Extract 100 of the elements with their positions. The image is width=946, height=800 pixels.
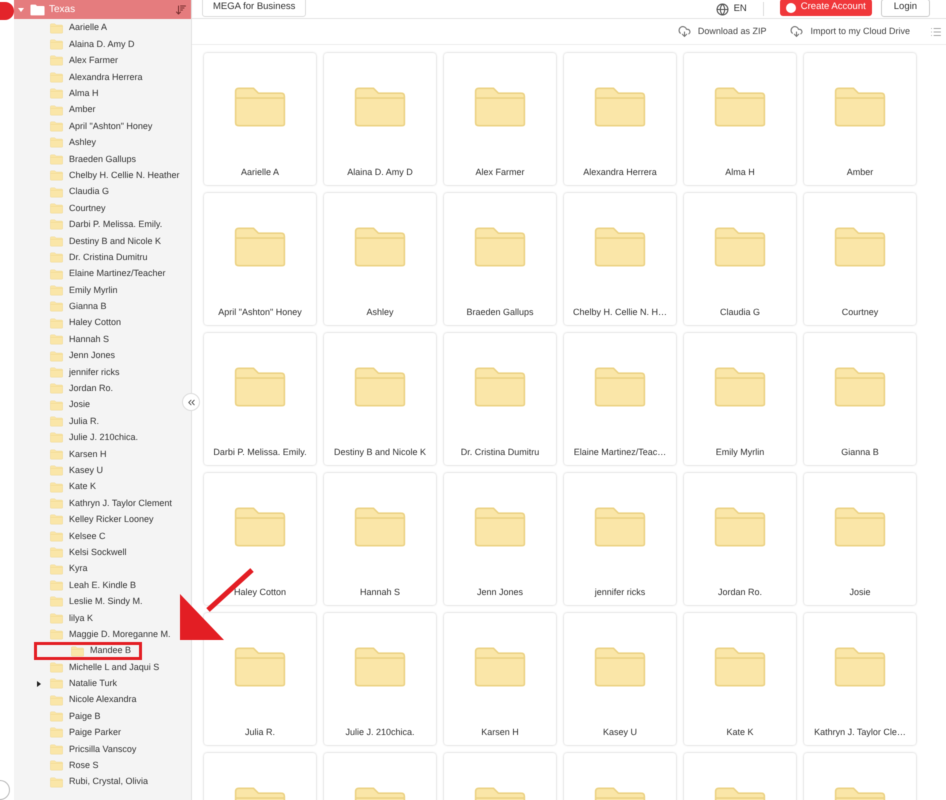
folder-icon	[50, 629, 63, 640]
folder-icon	[50, 72, 63, 83]
folder-name: April "Ashton" Honey	[69, 120, 152, 133]
folder-item[interactable]: Darbi P. Melissa. Emily.	[14, 216, 166, 234]
folder-tile[interactable]: Julie J. 210chica.	[324, 613, 436, 745]
folder-item[interactable]: Alexandra Herrera	[14, 69, 147, 86]
folder-tile[interactable]: Claudia G	[684, 193, 796, 325]
folder-item[interactable]: Paige B	[14, 708, 105, 725]
folder-item[interactable]: Josie	[14, 396, 94, 414]
folder-item[interactable]: Claudia G	[14, 184, 114, 200]
folder-item[interactable]: Chelby H. Cellie N. Heather	[14, 168, 184, 184]
folder-tile[interactable]: Gianna B	[804, 333, 916, 465]
folder-name: Alaina D. Amy D	[347, 166, 413, 179]
folder-icon	[834, 506, 886, 548]
folder-item[interactable]: Courtney	[14, 200, 110, 217]
folder-item[interactable]: Kate K	[14, 478, 100, 496]
folder-item[interactable]: Leslie M. Sindy M.	[14, 594, 147, 610]
folder-tile[interactable]: Destiny B and Nicole K	[324, 333, 436, 465]
folder-tile[interactable]: Jenn Jones	[444, 473, 556, 605]
highlighted-folder-item[interactable]: Mandee B	[35, 642, 141, 660]
folder-item[interactable]: Natalie Turk	[14, 676, 122, 692]
folder-tile[interactable]: Kate K	[684, 613, 796, 745]
folder-tile[interactable]: Karsen H	[444, 613, 556, 745]
folder-item[interactable]: Karsen H	[14, 446, 111, 463]
folder-name: Ashley	[69, 136, 96, 150]
folder-item[interactable]: Dr. Cristina Dumitru	[14, 249, 152, 266]
folder-item[interactable]: Alma H	[14, 86, 103, 102]
folder-tile[interactable]: Josie	[804, 473, 916, 605]
folder-item[interactable]: Maggie D. Moreganne M.	[14, 626, 175, 643]
folder-item[interactable]: Kelley Ricker Looney	[14, 512, 158, 528]
folder-item[interactable]: Braeden Gallups	[14, 151, 140, 168]
import-button[interactable]: Import to my Cloud Drive	[790, 24, 910, 38]
folder-item[interactable]: Kathryn J. Taylor Clement	[14, 495, 176, 512]
folder-tile[interactable]: Aarielle A	[204, 53, 316, 185]
folder-name: Amber	[69, 103, 96, 116]
folder-tile[interactable]: April "Ashton" Honey	[204, 193, 316, 325]
folder-tile[interactable]: Alex Farmer	[444, 53, 556, 185]
folder-tile[interactable]: Hannah S	[324, 473, 436, 605]
folder-item[interactable]: Julie J. 210chica.	[14, 430, 142, 446]
folder-tile[interactable]: Ashley	[324, 193, 436, 325]
expand-triangle-icon[interactable]	[37, 680, 41, 687]
folder-tile[interactable]: Julia R.	[204, 613, 316, 745]
folder-name: April "Ashton" Honey	[218, 306, 302, 319]
login-button[interactable]: Login	[880, 0, 930, 16]
folder-item[interactable]: Jenn Jones	[14, 348, 120, 364]
folder-item[interactable]: Rubi, Crystal, Olivia	[14, 774, 152, 790]
download-zip-button[interactable]: Download as ZIP	[678, 24, 766, 38]
folder-tile[interactable]: Alma H	[684, 53, 796, 185]
folder-tile[interactable]: Kasey U	[564, 613, 676, 745]
folder-tile[interactable]: Elaine Martinez/Teac…	[564, 333, 676, 465]
folder-tile[interactable]: Chelby H. Cellie N. H…	[564, 193, 676, 325]
folder-tile[interactable]: Haley Cotton	[204, 473, 316, 605]
folder-item[interactable]: Kyra	[14, 560, 92, 578]
language-icon[interactable]	[716, 2, 729, 16]
folder-item[interactable]: jennifer ricks	[14, 364, 124, 381]
folder-item[interactable]: Leah E. Kindle B	[14, 577, 140, 594]
folder-tile[interactable]: Braeden Gallups	[444, 193, 556, 325]
folder-item[interactable]: lilya K	[14, 610, 98, 626]
language-label[interactable]: EN	[734, 2, 747, 16]
folder-item[interactable]: Rose S	[14, 758, 103, 774]
folder-item[interactable]: Kasey U	[14, 462, 108, 479]
collapse-sidebar-button[interactable]	[182, 393, 200, 411]
folder-item[interactable]: Emily Myrlin	[14, 282, 122, 299]
folder-item[interactable]: Paige Parker	[14, 724, 126, 742]
folder-tile[interactable]: Courtney	[804, 193, 916, 325]
folder-item[interactable]: Ashley	[14, 134, 100, 152]
folder-tile[interactable]: Alexandra Herrera	[564, 53, 676, 185]
folder-name: Natalie Turk	[69, 677, 118, 690]
folder-item[interactable]: Julia R.	[14, 413, 104, 430]
folder-item[interactable]: April "Ashton" Honey	[14, 118, 156, 135]
folder-tile[interactable]: Alaina D. Amy D	[324, 53, 436, 185]
folder-tile[interactable]: Emily Myrlin	[684, 333, 796, 465]
folder-item[interactable]: Kelsi Sockwell	[14, 544, 131, 561]
folder-tile[interactable]: Kathryn J. Taylor Cle…	[804, 613, 916, 745]
folder-item[interactable]: Destiny B and Nicole K	[14, 233, 166, 250]
folder-item[interactable]: Gianna B	[14, 298, 111, 316]
folder-tile[interactable]: Dr. Cristina Dumitru	[444, 333, 556, 465]
folder-item[interactable]: Jordan Ro.	[14, 380, 118, 397]
sort-icon[interactable]	[175, 4, 187, 16]
folder-item[interactable]: Michelle L and Jaqui S	[14, 659, 164, 676]
folder-name: Elaine Martinez/Teacher	[69, 267, 166, 280]
folder-tile[interactable]: Darbi P. Melissa. Emily.	[204, 333, 316, 465]
folder-item[interactable]: Hannah S	[14, 331, 114, 348]
folder-icon	[234, 506, 286, 548]
folder-item[interactable]: Amber	[14, 102, 100, 118]
folder-item[interactable]: Haley Cotton	[14, 315, 126, 332]
folder-item[interactable]: Nicole Alexandra	[14, 692, 141, 708]
business-button[interactable]: MEGA for Business	[202, 0, 306, 17]
folder-item[interactable]: Elaine Martinez/Teacher	[14, 266, 170, 282]
folder-item[interactable]: Kelsee C	[14, 528, 110, 544]
create-account-button[interactable]: Create Account	[780, 0, 872, 16]
folder-item[interactable]: Pricsilla Vanscoy	[14, 741, 140, 758]
folder-tile[interactable]: jennifer ricks	[564, 473, 676, 605]
folder-item[interactable]: Alaina D. Amy D	[14, 36, 139, 53]
folder-name: Kelsee C	[69, 530, 106, 543]
folder-item[interactable]: Alex Farmer	[14, 52, 122, 70]
folder-tile[interactable]: Jordan Ro.	[684, 473, 796, 605]
folder-item[interactable]: Aarielle A	[14, 20, 112, 36]
folder-name: Aarielle A	[240, 166, 280, 178]
folder-tile[interactable]: Amber	[804, 53, 916, 185]
